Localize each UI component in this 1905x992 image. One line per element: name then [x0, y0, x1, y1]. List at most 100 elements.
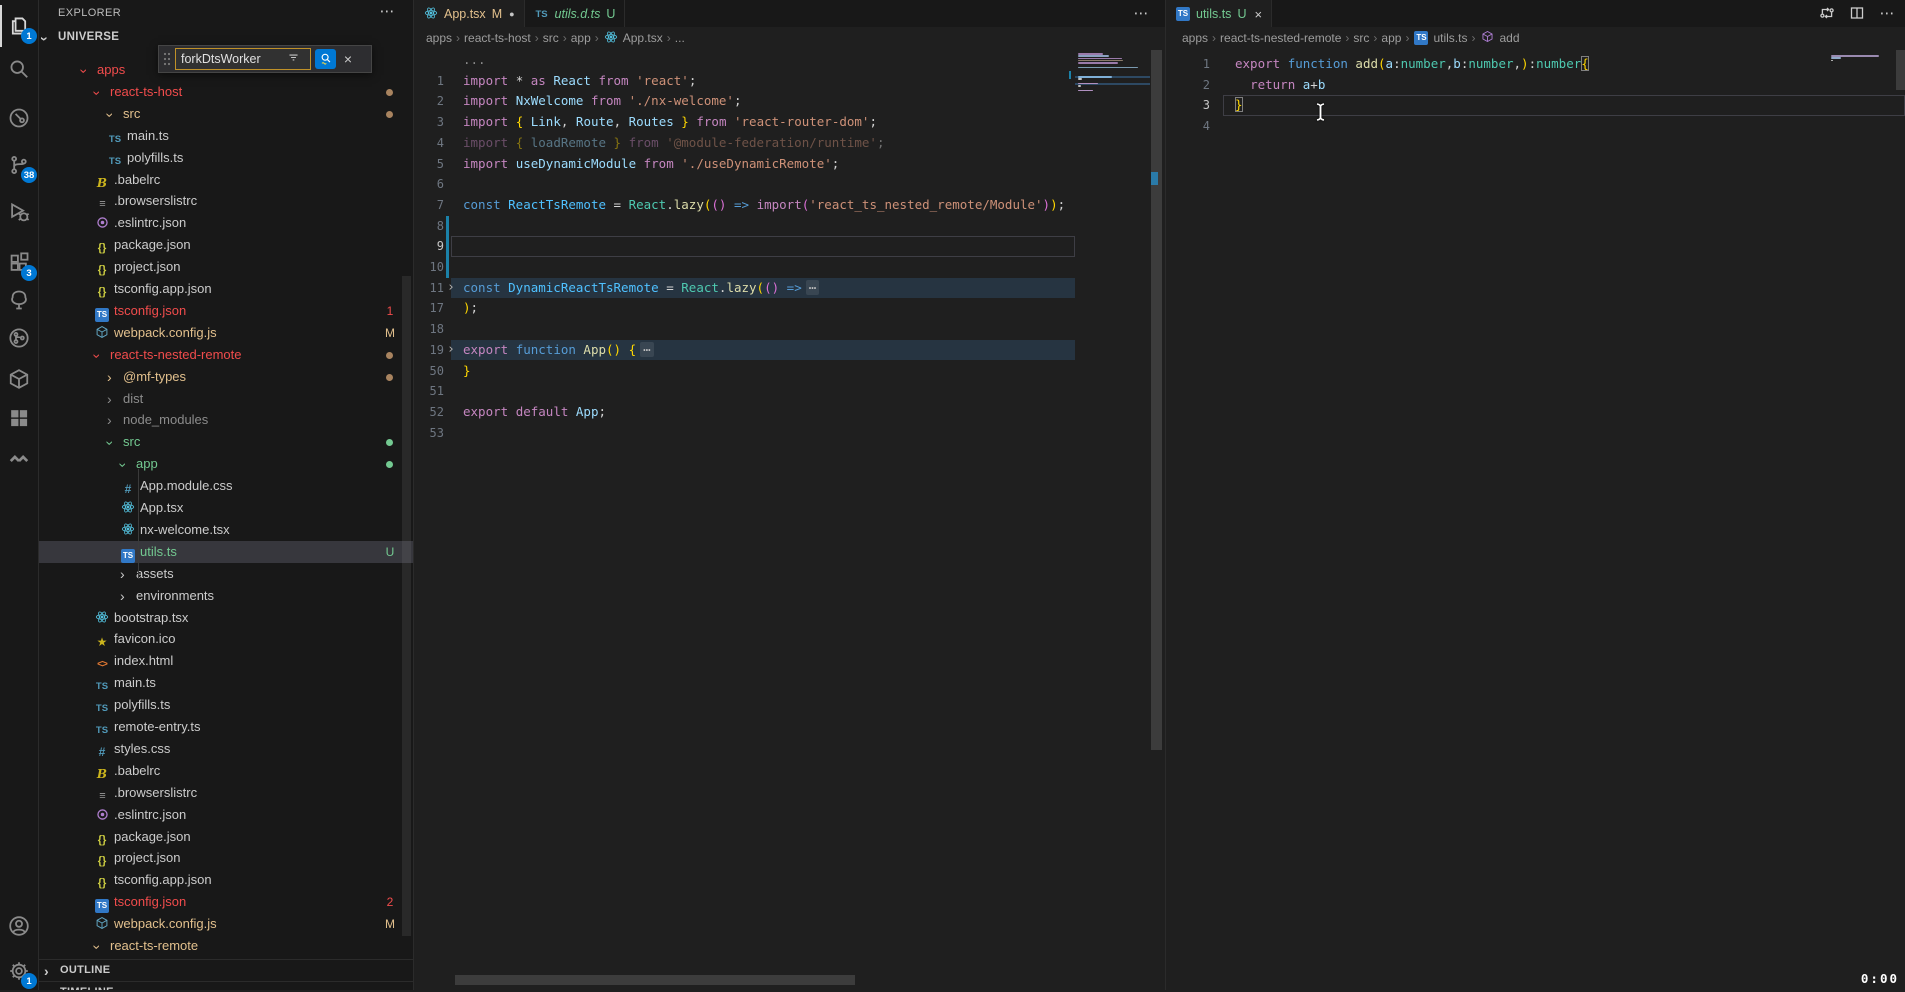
tree-item-assets[interactable]: ›assets — [38, 563, 413, 585]
editor-group-divider[interactable] — [1165, 0, 1166, 990]
activity-item-console-ninja[interactable] — [0, 438, 38, 480]
more-actions-button[interactable]: ⋯ — [1877, 3, 1897, 23]
tree-item-@mf-types[interactable]: ›@mf-types — [38, 366, 413, 388]
drag-handle[interactable] — [161, 50, 173, 68]
tree-item-utils.ts[interactable]: TSutils.tsU — [38, 541, 413, 563]
activity-item-edge-tools[interactable] — [0, 397, 38, 439]
tree-item-tsconfig.json[interactable]: TStsconfig.json1 — [38, 300, 413, 322]
activity-item-source-control[interactable]: 38 — [0, 144, 38, 186]
breadcrumb-separator: › — [456, 31, 460, 45]
tree-item-App.module.css[interactable]: #App.module.css — [38, 475, 413, 497]
tree-item-app[interactable]: ›app — [38, 453, 413, 475]
tree-item-index.html[interactable]: <>index.html — [38, 650, 413, 672]
activity-item-accounts[interactable] — [0, 905, 38, 947]
breadcrumb-item-add[interactable]: add — [1479, 30, 1519, 46]
tree-item-react-ts-host[interactable]: ›react-ts-host — [38, 81, 413, 103]
editor-1-hscrollbar[interactable] — [455, 975, 855, 985]
tree-item-dist[interactable]: ›dist — [38, 388, 413, 410]
tree-item-favicon.ico[interactable]: ★favicon.ico — [38, 628, 413, 650]
tree-item-main.ts[interactable]: TSmain.ts — [38, 125, 413, 147]
breadcrumb-item-...[interactable]: ... — [675, 31, 685, 45]
editor-group-1-more-button[interactable]: ⋯ — [1130, 4, 1152, 24]
tree-item-webpack.config.js[interactable]: webpack.config.jsM — [38, 322, 413, 344]
tree-item-webpack.config.js[interactable]: webpack.config.jsM — [38, 913, 413, 935]
activity-item-extensions[interactable]: 3 — [0, 242, 38, 284]
breadcrumb-separator: › — [563, 31, 567, 45]
tree-item-react-ts-remote[interactable]: ›react-ts-remote — [38, 935, 413, 957]
tree-item-polyfills.ts[interactable]: TSpolyfills.ts — [38, 147, 413, 169]
timeline-panel-header[interactable]: › TIMELINE — [38, 981, 413, 990]
fold-chevron-icon[interactable]: › — [447, 278, 455, 299]
split-editor-button[interactable] — [1847, 3, 1867, 23]
tree-item-package.json[interactable]: {}package.json — [38, 826, 413, 848]
tab-utils.ts[interactable]: TSutils.tsU× — [1166, 0, 1272, 28]
tree-item-project.json[interactable]: {}project.json — [38, 256, 413, 278]
tree-item-environments[interactable]: ›environments — [38, 585, 413, 607]
breadcrumb-item-apps[interactable]: apps — [426, 31, 452, 45]
outline-panel-header[interactable]: › OUTLINE — [38, 959, 413, 982]
tree-item-styles.css[interactable]: #styles.css — [38, 738, 413, 760]
activity-item-run-debug[interactable] — [0, 191, 38, 233]
tree-item-react-ts-nested-remote[interactable]: ›react-ts-nested-remote — [38, 344, 413, 366]
breadcrumb-item-app[interactable]: app — [571, 31, 591, 45]
editor-2-scrollbar[interactable] — [1896, 50, 1905, 90]
tree-item-node_modules[interactable]: ›node_modules — [38, 409, 413, 431]
tree-item-.browserslistrc[interactable]: ≡.browserslistrc — [38, 782, 413, 804]
tree-item-nx-welcome.tsx[interactable]: nx-welcome.tsx — [38, 519, 413, 541]
tree-item-.babelrc[interactable]: B.babelrc — [38, 760, 413, 782]
tab-utils.d.ts[interactable]: TSutils.d.tsU — [525, 0, 626, 27]
activity-item-test-tool[interactable] — [0, 97, 38, 139]
fuzzy-match-toggle[interactable] — [315, 49, 336, 69]
tree-item-App.tsx[interactable]: App.tsx — [38, 497, 413, 519]
activity-item-git-graph[interactable] — [0, 317, 38, 359]
minimap-2[interactable] — [1828, 55, 1888, 75]
tab-App.tsx[interactable]: App.tsxM● — [414, 0, 525, 28]
activity-item-search[interactable] — [0, 48, 38, 90]
git-status-badge: U — [606, 7, 615, 21]
find-close-button[interactable]: × — [339, 51, 357, 67]
git-status-badge: 2 — [380, 891, 400, 913]
breadcrumb-item-utils.ts[interactable]: TSutils.ts — [1413, 31, 1467, 45]
line-number: 3 — [1166, 95, 1210, 116]
breadcrumb-item-src[interactable]: src — [1353, 31, 1369, 45]
tree-item-src[interactable]: ›src — [38, 103, 413, 125]
open-changes-button[interactable] — [1817, 3, 1837, 23]
tree-item-.eslintrc.json[interactable]: .eslintrc.json — [38, 804, 413, 826]
tab-label: utils.d.ts — [555, 7, 601, 21]
breadcrumb-item-react-ts-host[interactable]: react-ts-host — [464, 31, 531, 45]
minimap-1[interactable] — [1075, 53, 1150, 173]
editor-1[interactable]: ...1import * as React from 'react';2impo… — [414, 50, 1075, 990]
tree-item-bootstrap.tsx[interactable]: bootstrap.tsx — [38, 607, 413, 629]
activity-item-explorer[interactable]: 1 — [0, 5, 38, 47]
activity-item-settings[interactable]: 1 — [0, 950, 38, 992]
sidebar-scrollbar[interactable] — [402, 276, 411, 936]
breadcrumb-item-react-ts-nested-remote[interactable]: react-ts-nested-remote — [1220, 31, 1341, 45]
tree-item-polyfills.ts[interactable]: TSpolyfills.ts — [38, 694, 413, 716]
activity-item-todo-tree[interactable] — [0, 279, 38, 321]
tree-item-label: react-ts-nested-remote — [110, 344, 242, 366]
fold-chevron-icon[interactable]: › — [447, 340, 455, 361]
breadcrumb-item-src[interactable]: src — [543, 31, 559, 45]
tree-item-project.json[interactable]: {}project.json — [38, 847, 413, 869]
close-icon[interactable]: × — [1254, 7, 1262, 22]
editor-2[interactable]: 1export function add(a:number,b:number,)… — [1166, 54, 1905, 954]
tree-item-.babelrc[interactable]: B.babelrc — [38, 169, 413, 191]
tree-item-src[interactable]: ›src — [38, 431, 413, 453]
tree-item-tsconfig.app.json[interactable]: {}tsconfig.app.json — [38, 869, 413, 891]
breadcrumb-item-apps[interactable]: apps — [1182, 31, 1208, 45]
tree-item-.eslintrc.json[interactable]: .eslintrc.json — [38, 212, 413, 234]
breadcrumb-item-app[interactable]: app — [1381, 31, 1401, 45]
breadcrumb-item-App.tsx[interactable]: App.tsx — [603, 30, 663, 47]
tree-item-tsconfig.json[interactable]: TStsconfig.json2 — [38, 891, 413, 913]
tree-item-.browserslistrc[interactable]: ≡.browserslistrc — [38, 190, 413, 212]
line-number: 2 — [1166, 75, 1210, 96]
tree-item-main.ts[interactable]: TSmain.ts — [38, 672, 413, 694]
find-input[interactable] — [176, 52, 287, 66]
editor-1-scrollbar[interactable] — [1151, 50, 1162, 750]
activity-item-nx-console[interactable] — [0, 358, 38, 400]
line-number: 2 — [414, 91, 444, 112]
tree-item-remote-entry.ts[interactable]: TSremote-entry.ts — [38, 716, 413, 738]
tab-label: App.tsx — [444, 7, 486, 21]
tree-item-tsconfig.app.json[interactable]: {}tsconfig.app.json — [38, 278, 413, 300]
tree-item-package.json[interactable]: {}package.json — [38, 234, 413, 256]
